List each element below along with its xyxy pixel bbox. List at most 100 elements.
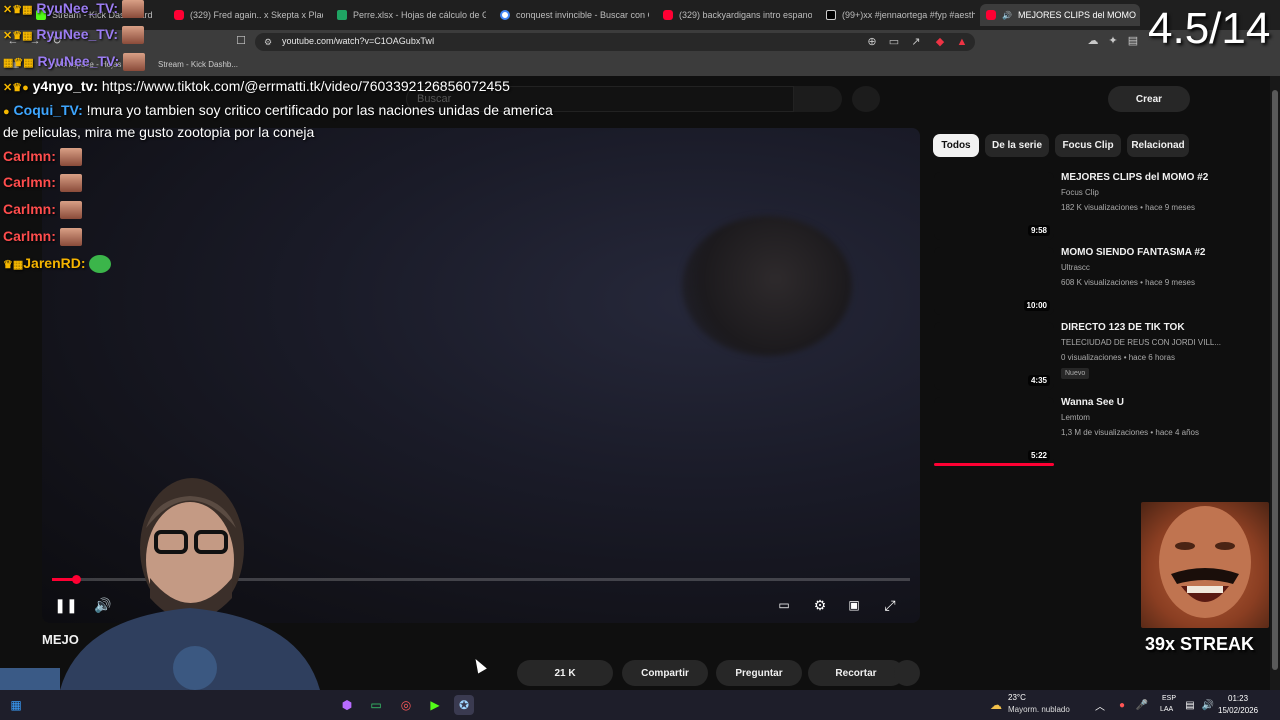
weather-temperature: 23°C (1008, 693, 1026, 702)
chat-message: Carlmn: (3, 201, 82, 220)
tab-sheets-perre[interactable]: Perre.xlsx - Hojas de cálculo de Goog (331, 4, 486, 26)
chat-badges-icon: ▦♛▦ (3, 57, 34, 69)
app-icon[interactable]: ⬢ (337, 695, 357, 715)
emote-icon (59, 174, 82, 193)
chat-message-continuation: de peliculas, mira me gusto zootopia por… (3, 124, 315, 140)
recommendation-item[interactable]: 5:22 Wanna See U Lemtom 1,3 M de visuali… (934, 397, 1264, 467)
settings-icon[interactable]: ⚙ (809, 594, 831, 616)
browser-toolbar: ← → ↻ ☐ ⚙ youtube.com/watch?v=C1OAGubxTw… (0, 30, 1280, 54)
page-scrollbar[interactable] (1270, 76, 1280, 690)
keyboard-layout[interactable]: LAA (1160, 706, 1173, 713)
kick-icon[interactable]: ▭ (366, 695, 386, 715)
address-bar[interactable]: ⚙ youtube.com/watch?v=C1OAGubxTwI ⊕ ▭ ↗ … (255, 33, 975, 51)
chevron-up-icon[interactable]: ︿ (1090, 695, 1110, 715)
webcam-overlay (0, 468, 320, 690)
extension-alert-icon[interactable]: ▲ (955, 35, 969, 49)
clip-button[interactable]: Recortar (808, 660, 904, 686)
weather-description: Mayorm. nublado (1008, 705, 1070, 714)
steam-icon[interactable]: ✪ (454, 695, 474, 715)
youtube-icon (663, 10, 673, 20)
tab-google-search[interactable]: conquest invincible - Buscar con Goo (494, 4, 649, 26)
google-icon (500, 10, 510, 20)
bookmark-icon[interactable]: ☐ (234, 34, 248, 48)
app-icon[interactable]: ◎ (396, 695, 416, 715)
extension-icon[interactable]: ☁ (1086, 34, 1100, 48)
tab-youtube-fred-again[interactable]: (329) Fred again.. x Skepta x Plaquebo (168, 4, 323, 26)
fullscreen-icon[interactable]: ⤢ (879, 594, 901, 616)
chat-badges-icon: ✕♛▦ (3, 4, 33, 16)
emote-icon (123, 53, 146, 72)
site-info-icon[interactable]: ⚙ (261, 35, 275, 49)
volume-icon[interactable]: 🔊 (1198, 695, 1218, 715)
tab-youtube-mejores-clips[interactable]: 🔊MEJORES CLIPS del MOMO✕ (980, 4, 1140, 26)
bookmark-kick[interactable]: Stream - Kick Dashb... (158, 60, 238, 69)
ask-button[interactable]: Preguntar (716, 660, 802, 686)
language-indicator[interactable]: ESP (1162, 695, 1176, 702)
tab-tiktok[interactable]: (99+)xx #jennaortega #fyp #aesthet (820, 4, 975, 26)
chat-message: Carlmn: (3, 228, 82, 247)
recommendation-item[interactable]: 4:35 DIRECTO 123 DE TIK TOK TELECIUDAD D… (934, 322, 1264, 392)
theater-mode-icon[interactable]: ▣ (843, 594, 865, 616)
weather-icon: ☁ (990, 698, 1002, 712)
watched-progress-bar (934, 463, 1054, 466)
chip-relacionados[interactable]: Relacionad (1127, 134, 1189, 157)
streak-emote-image (1141, 502, 1269, 628)
sheets-icon (337, 10, 347, 20)
tiktok-icon (826, 10, 836, 20)
network-icon[interactable]: ▤ (1180, 695, 1200, 715)
chat-message: Carlmn: (3, 174, 82, 193)
video-thumbnail[interactable]: 9:58 (934, 172, 1054, 240)
chat-badges-icon: ♛▦ (3, 259, 24, 271)
chip-focus-clip[interactable]: Focus Clip (1055, 134, 1121, 157)
recommendation-item[interactable]: 9:58 MEJORES CLIPS del MOMO #2 Focus Cli… (934, 172, 1264, 242)
windows-taskbar: ▦ ⬢ ▭ ◎ ▶ ✪ ☁ 23°C Mayorm. nublado ︿ ● 🎤… (0, 690, 1280, 720)
search-button[interactable] (794, 86, 842, 112)
microphone-icon[interactable]: 🎤 (1132, 695, 1152, 715)
tab-youtube-backyardigans[interactable]: (329) backyardigans intro espanol la (657, 4, 812, 26)
chat-message: ● Coqui_TV: !mura yo tambien soy critico… (3, 102, 553, 118)
emote-icon (59, 228, 82, 247)
more-actions-button[interactable] (894, 660, 920, 686)
extension-brave-icon[interactable]: ◆ (933, 35, 947, 49)
tray-app-icon[interactable]: ● (1112, 695, 1132, 715)
emote-icon (59, 148, 82, 167)
clock-time[interactable]: 01:23 (1228, 694, 1248, 703)
video-thumbnail[interactable]: 10:00 (934, 247, 1054, 315)
like-button[interactable]: 21 K (517, 660, 613, 686)
chat-message: Carlmn: (3, 148, 82, 167)
subtitles-icon[interactable]: ▭ (773, 594, 795, 616)
scrollbar-thumb[interactable] (1272, 90, 1278, 670)
puzzle-icon[interactable]: ✦ (1106, 34, 1120, 48)
chip-de-la-serie[interactable]: De la serie (985, 134, 1049, 157)
video-frame-object (682, 216, 852, 356)
sidepanel-icon[interactable]: ▤ (1126, 34, 1140, 48)
new-badge: Nuevo (1061, 368, 1090, 379)
video-thumbnail[interactable]: 4:35 (934, 322, 1054, 390)
chat-message: ✕♛● y4nyo_tv: https://www.tiktok.com/@er… (3, 78, 510, 94)
mic-button[interactable] (852, 86, 880, 112)
clock-date[interactable]: 15/02/2026 (1218, 706, 1258, 715)
streamer-webcam-image (0, 478, 320, 690)
speaker-icon: 🔊 (1002, 10, 1012, 20)
windows-start-icon[interactable]: ▦ (6, 695, 26, 715)
like-count: 21 K (554, 667, 576, 679)
chat-message: ♛▦JarenRD: (3, 255, 112, 274)
chat-message: ▦♛▦ RyuNee_TV: (3, 53, 146, 72)
bookmarks-bar: ▦ Workspace - Hojas de... Stream - Kick … (0, 54, 1280, 76)
url-text: youtube.com/watch?v=C1OAGubxTwI (282, 36, 435, 46)
share-button[interactable]: Compartir (622, 660, 708, 686)
recommendation-item[interactable]: 10:00 MOMO SIENDO FANTASMA #2 Ultrascc 6… (934, 247, 1264, 317)
chat-badges-icon: ✕♛▦ (3, 30, 33, 42)
share-icon[interactable]: ↗ (909, 35, 923, 49)
cast-icon[interactable]: ▭ (887, 35, 901, 49)
laughing-face-image (1159, 506, 1251, 618)
chat-badges-icon: ✕♛● (3, 82, 29, 94)
create-button[interactable]: Crear (1108, 86, 1190, 112)
streak-label: 39x STREAK (1145, 634, 1255, 654)
emote-icon (59, 201, 82, 220)
video-thumbnail[interactable]: 5:22 (934, 397, 1054, 465)
chip-todos[interactable]: Todos (933, 134, 979, 157)
zoom-icon[interactable]: ⊕ (865, 35, 879, 49)
youtube-icon (986, 10, 996, 20)
streaming-app-icon[interactable]: ▶ (425, 695, 445, 715)
